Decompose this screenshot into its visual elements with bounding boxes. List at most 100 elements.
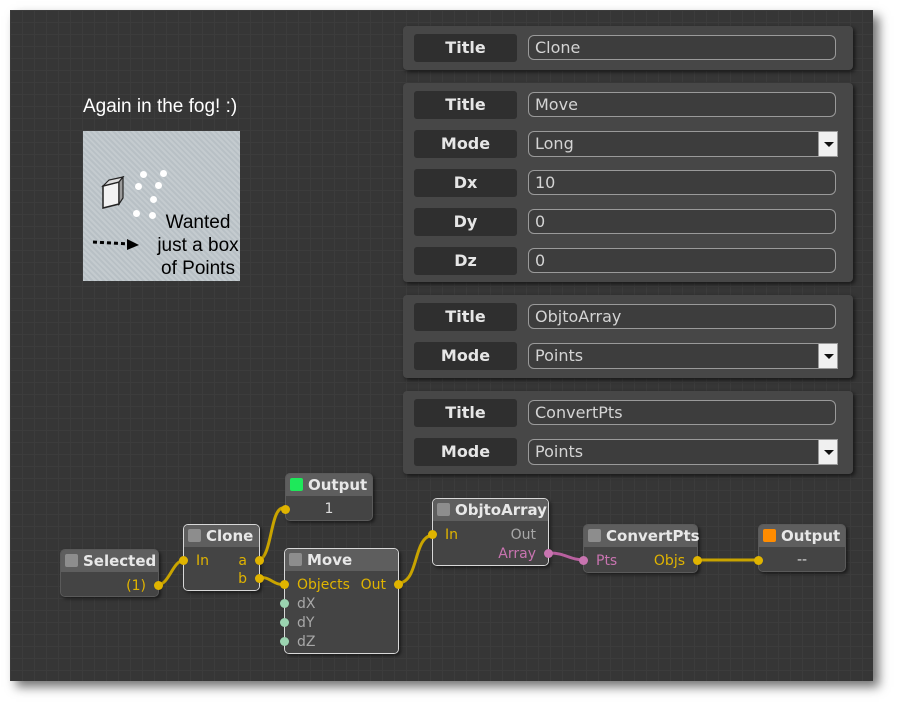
output-port-label: Objs <box>653 553 685 569</box>
dx-input[interactable]: 10 <box>528 170 836 195</box>
dy-input[interactable]: 0 <box>528 209 836 234</box>
output-port-label: Array <box>498 546 536 562</box>
convertpts-properties-panel: Title ConvertPts Mode Points <box>403 391 853 474</box>
node-title[interactable]: Output <box>286 474 372 496</box>
objtoarray-node[interactable]: ObjtoArray In Out Array <box>428 498 553 566</box>
node-checkbox[interactable] <box>437 503 450 516</box>
property-label: Title <box>414 399 517 427</box>
node-title-label: Output <box>781 527 841 545</box>
node-checkbox[interactable] <box>65 554 78 567</box>
input-pin[interactable] <box>280 637 289 646</box>
node-graph-canvas[interactable]: Again in the fog! :) Wanted just a box o… <box>10 10 873 681</box>
status-indicator <box>763 529 776 542</box>
title-input[interactable]: Clone <box>528 35 836 60</box>
input-port-label: Objects <box>297 577 350 593</box>
chevron-down-icon[interactable] <box>818 131 838 157</box>
input-pin[interactable] <box>280 618 289 627</box>
output-pin[interactable] <box>693 556 702 565</box>
objtoarray-properties-panel: Title ObjtoArray Mode Points <box>403 295 853 378</box>
property-label: Mode <box>414 130 517 158</box>
clone-properties-panel: Title Clone <box>403 26 853 70</box>
mode-select[interactable]: Points <box>528 439 838 465</box>
node-title[interactable]: Selected <box>61 550 158 572</box>
input-pin[interactable] <box>428 530 437 539</box>
wire-move-to-objtoarray <box>397 533 435 585</box>
node-title[interactable]: Move <box>285 549 398 571</box>
output-port-label: Out <box>360 577 386 593</box>
property-label: Mode <box>414 438 517 466</box>
node-title-label: Move <box>307 551 353 569</box>
move-properties-panel: Title Move Mode Long Dx 10 Dy 0 Dz 0 <box>403 83 853 282</box>
output-node[interactable]: Output -- <box>754 524 846 572</box>
output-port-label: (1) <box>126 578 146 594</box>
input-port-label: dZ <box>297 634 316 650</box>
point-dot <box>160 170 167 177</box>
move-node[interactable]: Move Objects Out dX dY dZ <box>280 548 403 654</box>
input-port-label: In <box>196 553 210 569</box>
node-checkbox[interactable] <box>289 553 302 566</box>
point-dot <box>155 182 162 189</box>
chevron-down-icon[interactable] <box>818 343 838 369</box>
point-dot <box>133 210 140 217</box>
node-title[interactable]: Output <box>759 525 845 547</box>
output-port-label: b <box>238 571 247 587</box>
output-pin[interactable] <box>544 549 553 558</box>
selected-node[interactable]: Selected (1) <box>60 549 163 597</box>
node-title-label: Clone <box>206 527 254 545</box>
output-value: 1 <box>324 501 334 517</box>
property-label: Dy <box>414 208 517 236</box>
node-title-label: ConvertPts <box>606 527 700 545</box>
output-pin[interactable] <box>394 580 403 589</box>
node-checkbox[interactable] <box>188 529 201 542</box>
title-input[interactable]: ConvertPts <box>528 400 836 425</box>
input-port-label: dX <box>297 596 316 612</box>
input-port-label: Pts <box>596 553 618 569</box>
property-label: Dx <box>414 169 517 197</box>
output-pin[interactable] <box>255 574 264 583</box>
arrow-icon <box>92 239 139 250</box>
node-title[interactable]: Clone <box>184 525 259 547</box>
input-pin[interactable] <box>280 599 289 608</box>
title-input[interactable]: Move <box>528 92 836 117</box>
node-title[interactable]: ObjtoArray <box>433 499 548 521</box>
property-label: Mode <box>414 342 517 370</box>
annotation-caption: Again in the fog! :) <box>83 96 238 117</box>
output-port-label: Out <box>510 527 536 543</box>
mode-select-value: Points <box>535 442 584 461</box>
node-title-label: Selected <box>83 552 157 570</box>
mode-select[interactable]: Long <box>528 131 838 157</box>
node-title-label: Output <box>308 476 368 494</box>
convertpts-node[interactable]: ConvertPts Pts Objs <box>579 524 702 573</box>
annotation-text: Wanted just a box of Points <box>157 212 239 279</box>
chevron-down-icon[interactable] <box>818 439 838 465</box>
output-node[interactable]: Output 1 <box>281 473 373 521</box>
title-input[interactable]: ObjtoArray <box>528 304 836 329</box>
status-indicator <box>290 478 303 491</box>
point-dot <box>135 183 142 190</box>
output-value: -- <box>796 552 808 568</box>
output-pin[interactable] <box>154 581 163 590</box>
input-port-label: In <box>445 527 459 543</box>
dz-input[interactable]: 0 <box>528 248 836 273</box>
mode-select[interactable]: Points <box>528 343 838 369</box>
input-port-label: dY <box>297 615 315 631</box>
property-label: Title <box>414 303 517 331</box>
property-label: Title <box>414 91 517 119</box>
clone-node[interactable]: Clone In a b <box>179 524 264 591</box>
output-pin[interactable] <box>255 556 264 565</box>
node-title[interactable]: ConvertPts <box>584 525 700 547</box>
property-label: Title <box>414 34 517 62</box>
output-port-label: a <box>238 553 247 569</box>
mode-select-value: Points <box>535 346 584 365</box>
property-label: Dz <box>414 247 517 275</box>
point-dot <box>140 171 147 178</box>
input-pin[interactable] <box>179 556 188 565</box>
node-title-label: ObjtoArray <box>455 501 547 519</box>
mode-select-value: Long <box>535 134 574 153</box>
point-dot <box>150 196 157 203</box>
eraser-icon <box>101 176 125 209</box>
input-pin[interactable] <box>579 556 588 565</box>
input-pin[interactable] <box>280 580 289 589</box>
wire-clone-a-to-output <box>257 506 284 562</box>
node-checkbox[interactable] <box>588 529 601 542</box>
